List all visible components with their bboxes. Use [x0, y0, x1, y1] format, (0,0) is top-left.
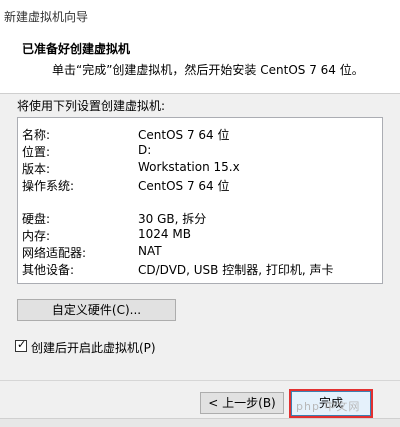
header-title: 已准备好创建虚拟机: [22, 42, 131, 56]
window-title: 新建虚拟机向导: [4, 10, 89, 24]
summary-value: 1024 MB: [138, 227, 191, 241]
summary-row-other-devices: 其他设备: CD/DVD, USB 控制器, 打印机, 声卡: [22, 261, 382, 278]
settings-section-label: 将使用下列设置创建虚拟机:: [17, 99, 166, 113]
power-on-checkbox[interactable]: ✓: [15, 338, 27, 352]
summary-row-name: 名称: CentOS 7 64 位: [22, 126, 382, 143]
summary-row-location: 位置: D:: [22, 143, 382, 160]
summary-value: Workstation 15.x: [138, 160, 240, 174]
power-on-checkbox-label[interactable]: 创建后开启此虚拟机(P): [31, 339, 156, 356]
summary-key: 版本:: [22, 162, 51, 176]
header-subtitle: 单击“完成”创建虚拟机，然后开始安装 CentOS 7 64 位。: [52, 63, 364, 77]
summary-key: 名称:: [22, 128, 51, 142]
summary-value: NAT: [138, 244, 162, 258]
summary-key: 内存:: [22, 229, 51, 243]
summary-row-version: 版本: Workstation 15.x: [22, 160, 382, 177]
summary-value: 30 GB, 拆分: [138, 212, 207, 226]
summary-key: 硬盘:: [22, 212, 51, 226]
summary-key: 操作系统:: [22, 179, 75, 193]
summary-row-disk: 硬盘: 30 GB, 拆分: [22, 210, 382, 227]
wizard-header: 已准备好创建虚拟机 单击“完成”创建虚拟机，然后开始安装 CentOS 7 64…: [0, 30, 400, 94]
summary-row-memory: 内存: 1024 MB: [22, 227, 382, 244]
summary-value: CentOS 7 64 位: [138, 179, 230, 193]
summary-row-network: 网络适配器: NAT: [22, 244, 382, 261]
back-button[interactable]: < 上一步(B): [200, 392, 284, 414]
summary-key: 位置:: [22, 145, 51, 159]
footer-divider: [0, 380, 400, 381]
checkmark-icon: ✓: [17, 338, 27, 351]
summary-value: CD/DVD, USB 控制器, 打印机, 声卡: [138, 263, 334, 277]
watermark: php 中文网: [296, 400, 361, 413]
settings-summary-box[interactable]: 名称: CentOS 7 64 位 位置: D: 版本: Workstation…: [17, 117, 383, 284]
customize-hardware-button[interactable]: 自定义硬件(C)...: [17, 299, 176, 321]
summary-key: 网络适配器:: [22, 246, 87, 260]
title-bar: 新建虚拟机向导: [0, 0, 400, 31]
summary-key: 其他设备:: [22, 263, 75, 277]
summary-value: D:: [138, 143, 152, 157]
summary-value: CentOS 7 64 位: [138, 128, 230, 142]
summary-row-os: 操作系统: CentOS 7 64 位: [22, 177, 382, 194]
